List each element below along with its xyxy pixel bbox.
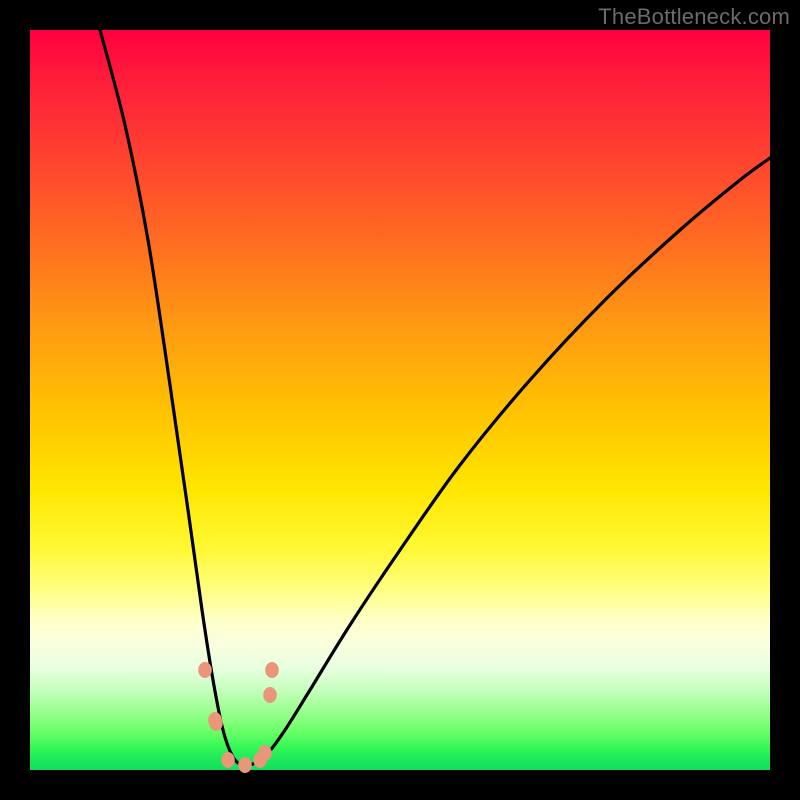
chart-svg [30, 30, 770, 770]
data-markers [198, 662, 279, 773]
bottleneck-curve [100, 30, 770, 765]
data-marker [263, 687, 277, 703]
plot-area [30, 30, 770, 770]
data-marker [258, 745, 272, 761]
outer-frame: TheBottleneck.com [0, 0, 800, 800]
data-marker [209, 715, 223, 731]
data-marker [238, 757, 252, 773]
data-marker [265, 662, 279, 678]
data-marker [198, 662, 212, 678]
watermark-text: TheBottleneck.com [598, 4, 790, 30]
data-marker [221, 752, 235, 768]
